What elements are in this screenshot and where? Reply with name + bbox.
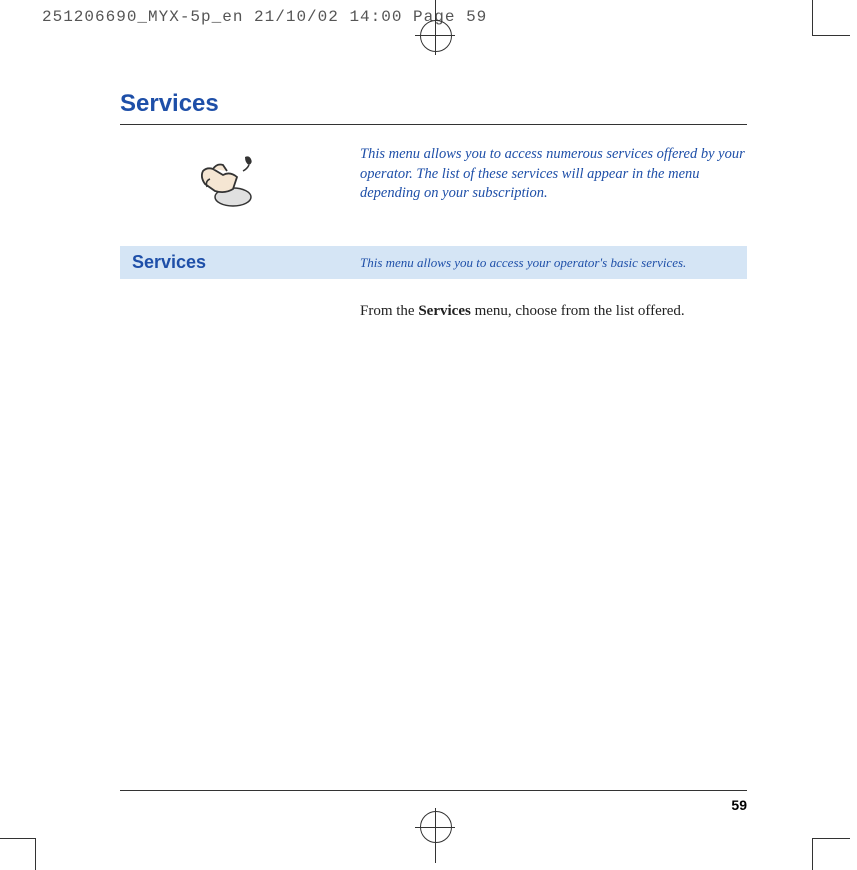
footer-line bbox=[120, 790, 747, 791]
body-text: From the Services menu, choose from the … bbox=[360, 303, 747, 320]
hand-pointing-icon bbox=[185, 149, 265, 214]
subsection-label: Services bbox=[132, 252, 360, 273]
subsection-bar: Services This menu allows you to access … bbox=[120, 246, 747, 279]
intro-section: This menu allows you to access numerous … bbox=[120, 145, 747, 214]
crop-mark-bottom bbox=[420, 811, 450, 863]
page-number: 59 bbox=[731, 797, 747, 813]
page-title: Services bbox=[120, 90, 747, 125]
body-suffix: menu, choose from the list offered. bbox=[471, 303, 685, 319]
crop-mark-top bbox=[420, 0, 450, 52]
body-prefix: From the bbox=[360, 303, 418, 319]
subsection-description: This menu allows you to access your oper… bbox=[360, 255, 735, 271]
body-spacer bbox=[120, 303, 360, 320]
intro-text: This menu allows you to access numerous … bbox=[360, 145, 747, 204]
icon-column bbox=[120, 145, 330, 214]
page-content: Services This menu allows you to access … bbox=[120, 90, 747, 320]
body-row: From the Services menu, choose from the … bbox=[120, 303, 747, 320]
body-bold: Services bbox=[418, 303, 470, 319]
